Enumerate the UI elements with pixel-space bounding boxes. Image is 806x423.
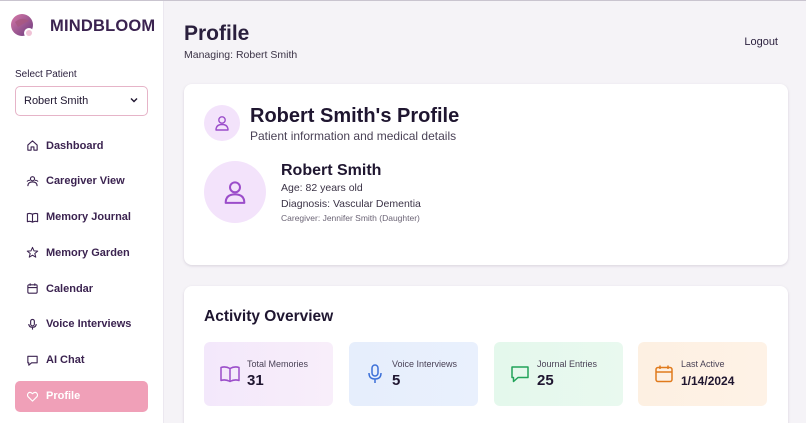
page-title: Profile [184,22,250,45]
patient-caregiver: Caregiver: Jennifer Smith (Daughter) [281,213,420,223]
stat-total-memories: Total Memories 31 [204,342,333,406]
brand-name: MINDBLOOM [50,16,156,35]
sidebar-item-profile[interactable]: Profile [15,380,148,412]
sidebar-item-dashboard[interactable]: Dashboard [15,130,148,161]
heart-icon [25,389,39,403]
chevron-down-icon [129,95,139,108]
calendar-icon [25,282,39,296]
patient-name: Robert Smith [281,162,382,179]
user-icon [204,105,240,141]
sidebar-item-label: Memory Journal [46,211,131,224]
stat-value: 25 [537,372,554,389]
sidebar-item-voice-interviews[interactable]: Voice Interviews [15,309,148,340]
patient-age: Age: 82 years old [281,182,363,194]
activity-card: Activity Overview Total Memories 31 Voic… [184,286,788,423]
brand[interactable]: MINDBLOOM [10,11,155,41]
sidebar-item-ai-chat[interactable]: AI Chat [15,345,148,376]
profile-card: Robert Smith's Profile Patient informati… [184,84,788,265]
home-icon [25,139,39,153]
chat-icon [25,353,39,367]
sidebar-item-calendar[interactable]: Calendar [15,273,148,304]
sidebar-item-memory-journal[interactable]: Memory Journal [15,202,148,233]
patient-diagnosis: Diagnosis: Vascular Dementia [281,198,421,210]
book-icon [219,363,241,385]
sidebar-item-label: Dashboard [46,139,104,152]
stat-label: Total Memories [247,359,309,369]
users-icon [25,174,39,188]
sidebar-item-caregiver-view[interactable]: Caregiver View [15,166,148,197]
stat-voice-interviews: Voice Interviews 5 [349,342,478,406]
logout-button[interactable]: Logout [744,36,778,48]
sidebar: MINDBLOOM Select Patient Robert Smith Da… [0,1,164,423]
user-icon [224,181,246,204]
sidebar-item-label: Profile [46,390,81,403]
mic-icon [25,317,39,331]
stat-value: 31 [247,372,264,389]
sidebar-item-label: Calendar [46,282,94,295]
stat-value: 1/14/2024 [681,374,735,388]
patient-select-value: Robert Smith [24,95,89,107]
sidebar-item-label: Voice Interviews [46,318,132,331]
mic-icon [364,363,386,385]
patient-select[interactable]: Robert Smith [15,86,148,116]
stat-label: Last Active [681,359,725,369]
select-patient-label: Select Patient [15,69,77,80]
sidebar-item-memory-garden[interactable]: Memory Garden [15,237,148,268]
sidebar-item-label: AI Chat [46,354,85,367]
logo-icon [10,13,36,39]
stat-last-active: Last Active 1/14/2024 [638,342,767,406]
activity-title: Activity Overview [204,308,334,325]
chat-icon [509,363,531,385]
avatar [204,161,266,223]
profile-subtitle: Patient information and medical details [250,129,457,143]
sidebar-item-label: Memory Garden [46,246,130,259]
stat-label: Journal Entries [537,359,598,369]
calendar-icon [653,363,675,385]
sidebar-item-label: Caregiver View [46,175,125,188]
sidebar-nav: Dashboard Caregiver View Memory Journal … [15,130,148,416]
book-icon [25,210,39,224]
stat-journal-entries: Journal Entries 25 [494,342,623,406]
profile-title: Robert Smith's Profile [250,105,460,127]
page-subtitle: Managing: Robert Smith [184,49,298,61]
star-icon [25,246,39,260]
stat-value: 5 [392,372,401,389]
stat-label: Voice Interviews [392,359,458,369]
